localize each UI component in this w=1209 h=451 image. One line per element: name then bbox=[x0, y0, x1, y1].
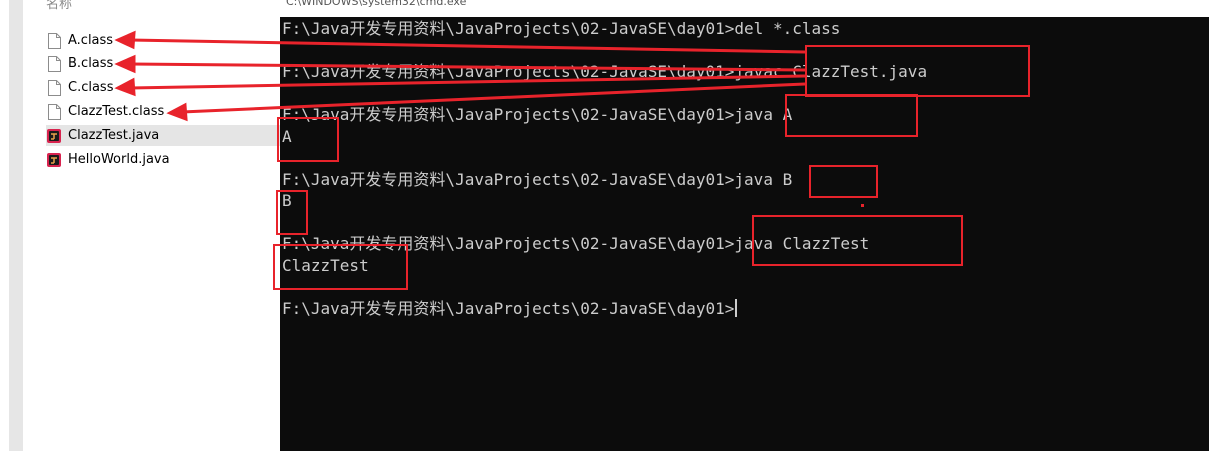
file-item-clazztest-java[interactable]: ClazzTest.java bbox=[46, 125, 280, 146]
file-item-b-class[interactable]: B.class bbox=[46, 53, 280, 74]
highlight-output-b bbox=[276, 190, 308, 235]
file-name: B.class bbox=[68, 56, 114, 71]
explorer-scrollbar[interactable] bbox=[9, 0, 23, 451]
file-item-clazztest-class[interactable]: ClazzTest.class bbox=[46, 101, 280, 122]
blank-file-icon bbox=[46, 79, 62, 97]
file-name: C.class bbox=[68, 80, 114, 95]
console-title-bar: C:\WINDOWS\system32\cmd.exe bbox=[280, 0, 1209, 17]
file-item-c-class[interactable]: C.class bbox=[46, 77, 280, 98]
console-prompt[interactable]: F:\Java开发专用资料\JavaProjects\02-JavaSE\day… bbox=[282, 298, 738, 320]
highlight-java-a-command bbox=[785, 94, 918, 137]
console-line: F:\Java开发专用资料\JavaProjects\02-JavaSE\day… bbox=[282, 170, 793, 189]
file-name: ClazzTest.java bbox=[68, 128, 160, 143]
blank-file-icon bbox=[46, 55, 62, 73]
file-name: A.class bbox=[68, 33, 114, 48]
blank-file-icon bbox=[46, 32, 62, 50]
file-item-helloworld-java[interactable]: HelloWorld.java bbox=[46, 149, 280, 170]
console-line: F:\Java开发专用资料\JavaProjects\02-JavaSE\day… bbox=[282, 19, 841, 38]
console-line: F:\Java开发专用资料\JavaProjects\02-JavaSE\day… bbox=[282, 105, 793, 124]
text-cursor bbox=[735, 299, 738, 317]
highlight-output-a bbox=[277, 117, 339, 162]
highlight-java-b-command bbox=[809, 165, 878, 198]
highlight-output-clazztest bbox=[273, 244, 408, 290]
console-line: F:\Java开发专用资料\JavaProjects\02-JavaSE\day… bbox=[282, 299, 735, 318]
file-item-a-class[interactable]: A.class bbox=[46, 30, 280, 51]
java-file-icon bbox=[46, 127, 62, 145]
annotation-dot bbox=[861, 204, 864, 207]
highlight-javac-command bbox=[805, 45, 1030, 97]
java-file-icon bbox=[46, 151, 62, 169]
console-title: C:\WINDOWS\system32\cmd.exe bbox=[286, 0, 467, 8]
name-column-header[interactable]: 名称 bbox=[46, 0, 72, 12]
file-name: ClazzTest.class bbox=[68, 104, 165, 119]
highlight-java-clazztest-command bbox=[752, 215, 963, 266]
blank-file-icon bbox=[46, 103, 62, 121]
cmd-console-window[interactable]: C:\WINDOWS\system32\cmd.exe F:\Java开发专用资… bbox=[280, 0, 1209, 451]
file-name: HelloWorld.java bbox=[68, 152, 170, 167]
